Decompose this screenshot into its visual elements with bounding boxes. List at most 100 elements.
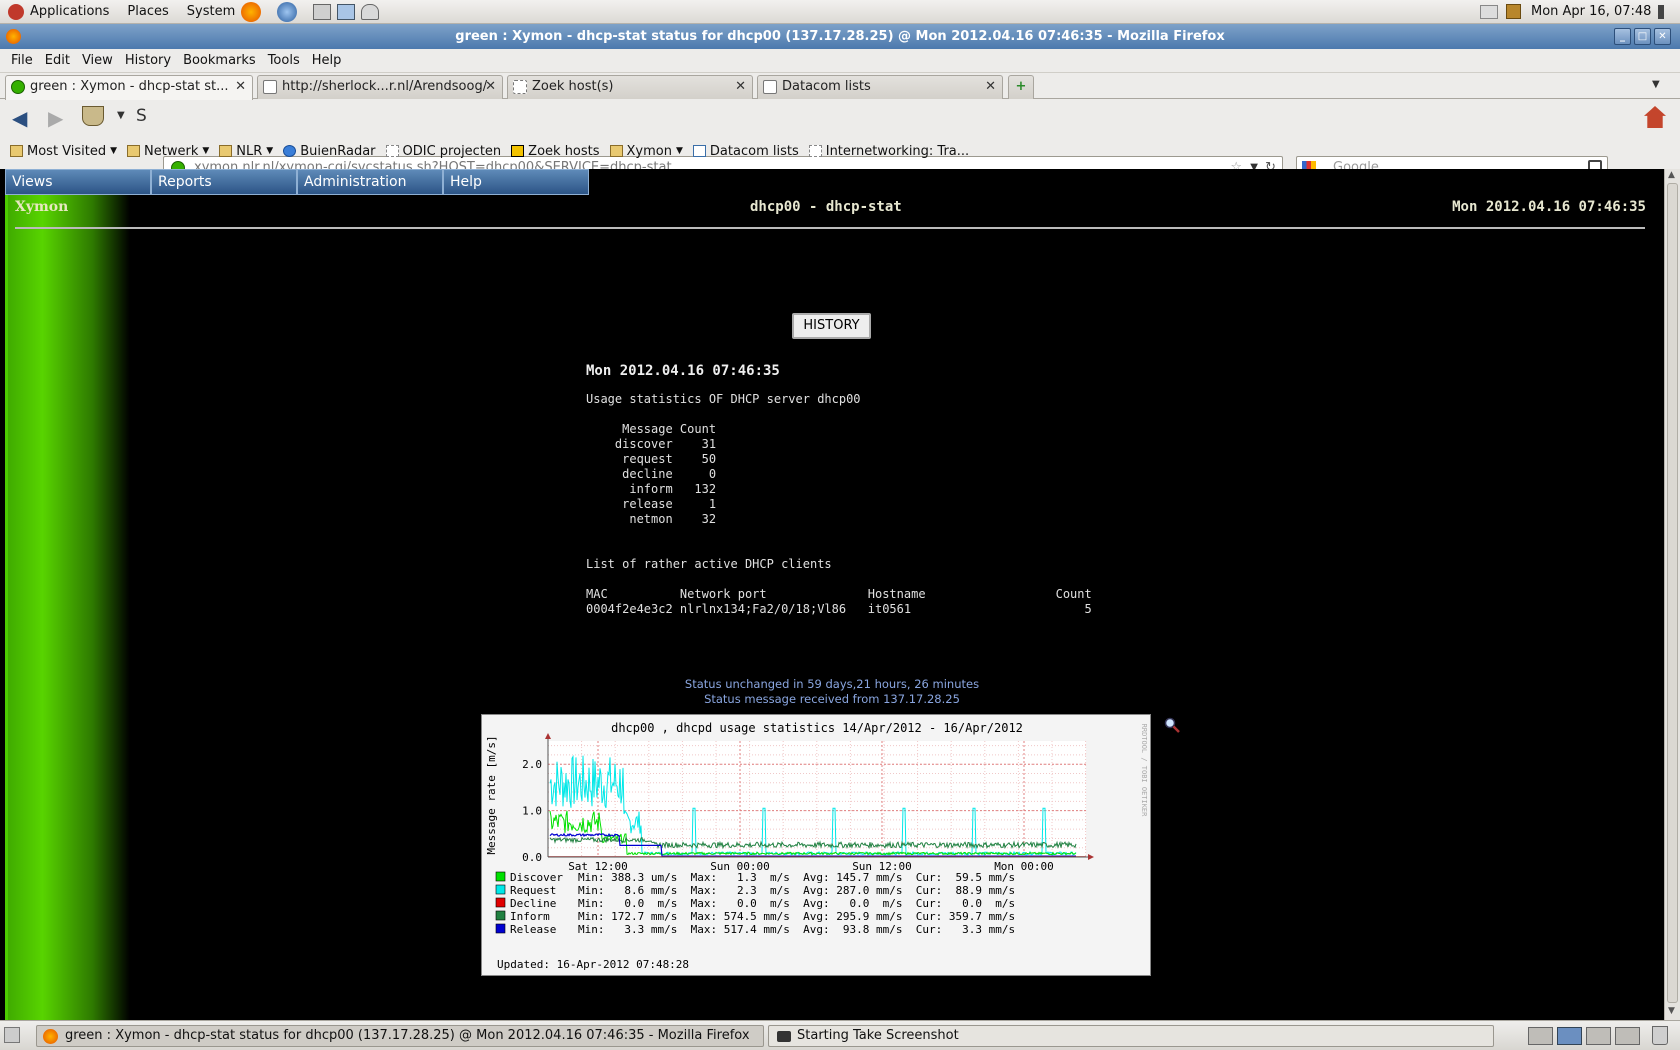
xymon-menu-help[interactable]: Help bbox=[443, 169, 589, 195]
scroll-up-icon[interactable]: ▲ bbox=[1668, 170, 1675, 180]
editor-launcher-icon[interactable] bbox=[313, 3, 332, 20]
legend-series-name: Decline bbox=[510, 897, 556, 910]
taskbar-screenshot[interactable]: Starting Take Screenshot bbox=[768, 1025, 1494, 1047]
network-launcher-icon[interactable] bbox=[361, 3, 380, 20]
tab-close-icon[interactable]: ✕ bbox=[735, 76, 746, 98]
volume-icon[interactable] bbox=[1658, 5, 1672, 19]
back-button[interactable]: ◀ bbox=[12, 106, 27, 130]
y-axis-label: Message rate [m/s] bbox=[485, 735, 498, 854]
workspace-3[interactable] bbox=[1586, 1027, 1611, 1045]
tab-zoek-hosts[interactable]: Zoek host(s) ✕ bbox=[507, 75, 753, 99]
places-menu[interactable]: Places bbox=[127, 4, 168, 19]
menu-history[interactable]: History bbox=[125, 53, 171, 68]
screenshot-launcher-icon[interactable] bbox=[337, 3, 356, 20]
y-tick-label: 2.0 bbox=[522, 758, 542, 771]
menu-bookmarks[interactable]: Bookmarks bbox=[183, 53, 256, 68]
bookmarks-toolbar: Most Visited ▼ Netwerk ▼ NLR ▼ BuienRadar O… bbox=[0, 135, 1680, 167]
tab-close-icon[interactable]: ✕ bbox=[985, 76, 996, 98]
folder-icon bbox=[127, 145, 141, 157]
workspace-2[interactable] bbox=[1557, 1027, 1582, 1045]
xymon-menu-reports[interactable]: Reports bbox=[151, 169, 297, 195]
stumble-s-icon[interactable]: S bbox=[136, 106, 147, 126]
tab-close-icon[interactable]: ✕ bbox=[485, 76, 496, 98]
new-tab-button[interactable]: + bbox=[1008, 75, 1034, 99]
legend-series-stats: Min: 172.7 mm/s Max: 574.5 mm/s Avg: 295… bbox=[578, 910, 1015, 923]
xymon-brand[interactable]: Xymon bbox=[15, 199, 68, 215]
forward-button[interactable]: ▶ bbox=[48, 106, 63, 130]
cup-icon[interactable] bbox=[82, 106, 104, 126]
bookmark-buienradar[interactable]: BuienRadar bbox=[283, 144, 376, 159]
tab-label: http://sherlock...r.nl/Arendsoog/ bbox=[282, 79, 488, 94]
applications-menu[interactable]: Applications bbox=[30, 4, 109, 19]
home-icon[interactable] bbox=[1644, 106, 1666, 128]
x-axis-arrow bbox=[1088, 854, 1094, 860]
usage-graph[interactable]: dhcp00 , dhcpd usage statistics 14/Apr/2… bbox=[481, 714, 1151, 976]
firefox-window-icon bbox=[6, 29, 21, 44]
workspace-1[interactable] bbox=[1528, 1027, 1553, 1045]
folder-icon bbox=[609, 145, 623, 157]
tray-printer-icon[interactable] bbox=[1480, 5, 1498, 19]
vertical-scrollbar[interactable]: ▲ ▼ bbox=[1664, 169, 1680, 1020]
status-unchanged-text: Status unchanged in 59 days,21 hours, 26… bbox=[684, 677, 980, 691]
bookmark-odic-projecten[interactable]: ODIC projecten bbox=[385, 144, 501, 159]
menu-view[interactable]: View bbox=[82, 53, 113, 68]
panel-clock[interactable]: Mon Apr 16, 07:48 bbox=[1531, 4, 1651, 19]
page-icon bbox=[808, 145, 822, 157]
history-dropdown-icon[interactable]: ▼ bbox=[117, 110, 125, 121]
bookmark-netwerk[interactable]: Netwerk ▼ bbox=[127, 144, 209, 159]
legend-swatch bbox=[495, 871, 506, 882]
y-tick-label: 0.0 bbox=[522, 851, 542, 864]
maximize-button[interactable]: □ bbox=[1634, 28, 1651, 45]
menu-edit[interactable]: Edit bbox=[45, 53, 70, 68]
show-desktop-icon[interactable] bbox=[4, 1027, 20, 1043]
gnome-foot-icon[interactable] bbox=[8, 3, 24, 20]
zoom-magnifier-icon[interactable] bbox=[1164, 717, 1180, 733]
legend-series-name: Release bbox=[510, 923, 556, 936]
menu-help[interactable]: Help bbox=[312, 53, 342, 68]
graph-svg: dhcp00 , dhcpd usage statistics 14/Apr/2… bbox=[485, 721, 1148, 971]
taskbar-firefox[interactable]: green : Xymon - dhcp-stat status for dhc… bbox=[36, 1025, 764, 1047]
menu-file[interactable]: File bbox=[11, 53, 33, 68]
menu-bar: File Edit View History Bookmarks Tools H… bbox=[0, 49, 1680, 73]
xymon-menu-views[interactable]: Views bbox=[5, 169, 151, 195]
menu-tools[interactable]: Tools bbox=[268, 53, 300, 68]
network-page-icon bbox=[763, 80, 777, 94]
minimize-button[interactable]: _ bbox=[1614, 28, 1631, 45]
header-divider bbox=[15, 227, 1645, 229]
legend-series-name: Discover bbox=[510, 871, 563, 884]
scroll-thumb[interactable] bbox=[1667, 183, 1678, 1003]
status-source-text: Status message received from 137.17.28.2… bbox=[704, 692, 960, 706]
scroll-down-icon[interactable]: ▼ bbox=[1668, 1006, 1675, 1016]
close-window-button[interactable]: ✕ bbox=[1654, 28, 1671, 45]
page-icon bbox=[385, 145, 399, 157]
bookmark-xymon[interactable]: Xymon ▼ bbox=[609, 144, 683, 159]
firefox-launcher-icon[interactable] bbox=[241, 1, 262, 22]
bookmark-zoek-hosts[interactable]: Zoek hosts bbox=[511, 144, 600, 159]
xymon-menu-administration[interactable]: Administration bbox=[297, 169, 443, 195]
bookmark-most-visited[interactable]: Most Visited ▼ bbox=[10, 144, 117, 159]
bookmark-nlr[interactable]: NLR ▼ bbox=[219, 144, 273, 159]
thunderbird-launcher-icon[interactable] bbox=[277, 1, 298, 22]
bookmark-internetworking[interactable]: Internetworking: Tra... bbox=[808, 144, 969, 159]
legend-swatch bbox=[495, 910, 506, 921]
status-info: Status unchanged in 59 days,21 hours, 26… bbox=[0, 677, 1664, 707]
system-menu[interactable]: System bbox=[187, 4, 235, 19]
report-timestamp: Mon 2012.04.16 07:46:35 bbox=[586, 363, 780, 379]
bookmark-datacom-lists[interactable]: Datacom lists bbox=[692, 144, 799, 159]
tab-label: green : Xymon - dhcp-stat st... bbox=[30, 79, 229, 94]
tab-datacom-lists[interactable]: Datacom lists ✕ bbox=[757, 75, 1003, 99]
tab-xymon[interactable]: green : Xymon - dhcp-stat st... ✕ bbox=[5, 75, 253, 100]
tab-sherlock[interactable]: http://sherlock...r.nl/Arendsoog/ ✕ bbox=[257, 75, 503, 99]
legend: Discover Min: 388.3 um/s Max: 1.3 m/s Avg… bbox=[495, 871, 1015, 936]
trash-icon[interactable] bbox=[1652, 1026, 1668, 1045]
tab-list-dropdown-icon[interactable]: ▼ bbox=[1652, 79, 1660, 90]
tab-close-icon[interactable]: ✕ bbox=[235, 76, 246, 98]
workspace-4[interactable] bbox=[1615, 1027, 1640, 1045]
taskbar-screenshot-label: Starting Take Screenshot bbox=[797, 1028, 959, 1043]
legend-series-name: Request bbox=[510, 884, 556, 897]
legend-swatch bbox=[495, 884, 506, 895]
blank-page-icon bbox=[513, 80, 527, 94]
legend-swatch bbox=[495, 897, 506, 908]
tray-package-icon[interactable] bbox=[1506, 4, 1521, 19]
y-axis-arrow bbox=[545, 733, 551, 739]
